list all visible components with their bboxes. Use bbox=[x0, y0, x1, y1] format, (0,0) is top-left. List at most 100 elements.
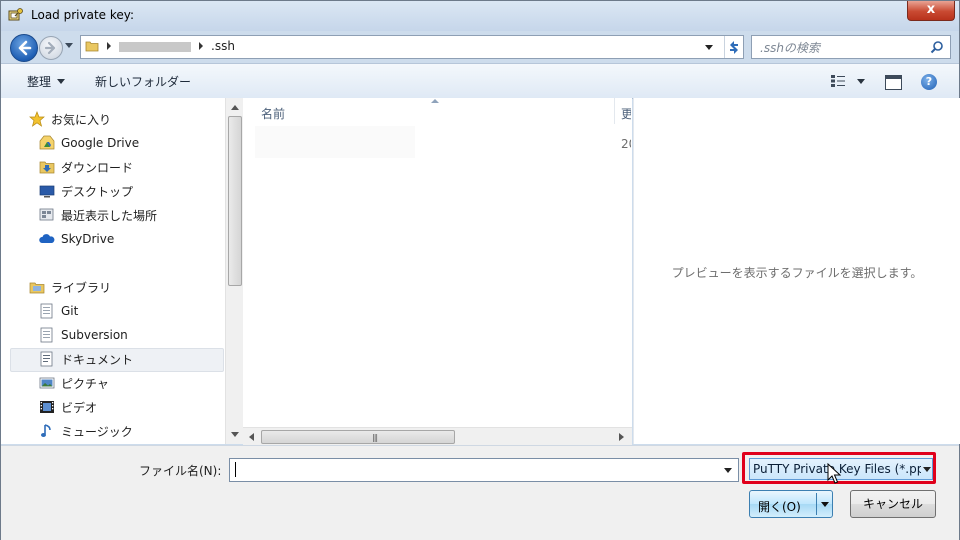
dialog-footer: ファイル名(N): PuTTY Private Key Files (*.ppk… bbox=[1, 445, 959, 540]
navigation-pane-scrollbar[interactable] bbox=[225, 98, 243, 444]
file-row-date: 20 bbox=[621, 137, 631, 151]
refresh-icon bbox=[730, 41, 738, 54]
file-type-filter-select[interactable]: PuTTY Private Key Files (*.ppk) bbox=[749, 458, 933, 480]
documents-icon bbox=[39, 351, 55, 367]
text-caret bbox=[235, 462, 236, 477]
open-button[interactable]: 開く(O) bbox=[749, 490, 833, 518]
nav-item-libraries[interactable]: ライブラリ bbox=[29, 276, 111, 298]
search-icon[interactable] bbox=[930, 40, 944, 54]
file-list[interactable]: 名前 更 20 bbox=[243, 98, 632, 444]
nav-item-recent-places[interactable]: 最近表示した場所 bbox=[39, 204, 157, 226]
library-doc-icon bbox=[39, 327, 55, 343]
open-button-label: 開く(O) bbox=[758, 500, 801, 514]
file-list-horizontal-scrollbar[interactable]: ||| bbox=[243, 427, 632, 445]
scroll-left-arrow-icon[interactable] bbox=[249, 433, 254, 441]
navigation-bar: .ssh .sshの検索 bbox=[1, 31, 959, 63]
view-options-icon[interactable] bbox=[831, 75, 845, 87]
recent-places-icon bbox=[39, 207, 55, 223]
nav-item-downloads[interactable]: ダウンロード bbox=[39, 156, 133, 178]
music-note-icon bbox=[39, 423, 55, 439]
breadcrumb-current-folder[interactable]: .ssh bbox=[211, 39, 235, 53]
scroll-up-arrow-icon[interactable] bbox=[231, 105, 239, 110]
nav-item-label: ライブラリ bbox=[51, 280, 112, 295]
nav-item-videos[interactable]: ビデオ bbox=[39, 396, 97, 418]
forward-button[interactable] bbox=[39, 36, 63, 60]
recent-pages-dropdown[interactable] bbox=[65, 43, 73, 48]
open-options-dropdown[interactable] bbox=[821, 502, 829, 507]
arrow-right-icon bbox=[44, 41, 56, 55]
preview-pane: プレビューを表示するファイルを選択します。 bbox=[633, 98, 960, 444]
nav-item-label: ドキュメント bbox=[61, 352, 134, 367]
nav-item-favorites[interactable]: お気に入り bbox=[29, 108, 111, 130]
chevron-down-icon bbox=[57, 79, 66, 84]
nav-item-label: ピクチャ bbox=[61, 376, 109, 391]
column-header-date[interactable]: 更 bbox=[621, 105, 631, 122]
nav-item-label: ダウンロード bbox=[61, 160, 134, 175]
chevron-down-icon[interactable] bbox=[923, 467, 931, 472]
address-history-dropdown[interactable] bbox=[705, 45, 713, 50]
new-folder-button[interactable]: 新しいフォルダー bbox=[95, 73, 191, 90]
grip-icon: ||| bbox=[372, 433, 378, 442]
search-placeholder: .sshの検索 bbox=[760, 41, 820, 55]
putty-key-icon bbox=[8, 8, 23, 21]
nav-item-google-drive[interactable]: Google Drive bbox=[39, 132, 139, 154]
nav-item-documents[interactable]: ドキュメント bbox=[39, 348, 133, 370]
file-row-redacted[interactable] bbox=[255, 126, 415, 158]
pictures-icon bbox=[39, 375, 55, 391]
scroll-right-arrow-icon[interactable] bbox=[619, 433, 624, 441]
organize-button[interactable]: 整理 bbox=[27, 73, 66, 90]
nav-item-label: Git bbox=[61, 304, 79, 318]
breadcrumb-separator[interactable] bbox=[199, 42, 203, 50]
view-options-dropdown[interactable] bbox=[857, 79, 865, 84]
column-divider[interactable] bbox=[614, 98, 615, 124]
nav-item-subversion[interactable]: Subversion bbox=[39, 324, 128, 346]
close-button[interactable]: x bbox=[907, 1, 955, 21]
nav-item-label: ミュージック bbox=[61, 424, 133, 439]
nav-item-label: 最近表示した場所 bbox=[61, 208, 158, 223]
command-bar: 整理 新しいフォルダー ? bbox=[1, 63, 959, 99]
skydrive-cloud-icon bbox=[39, 231, 55, 247]
nav-item-label: Subversion bbox=[61, 328, 128, 342]
search-input[interactable]: .sshの検索 bbox=[751, 35, 951, 59]
folder-icon bbox=[85, 41, 99, 52]
filename-input[interactable] bbox=[229, 458, 739, 482]
star-icon bbox=[29, 111, 45, 127]
nav-item-desktop[interactable]: デスクトップ bbox=[39, 180, 133, 202]
libraries-icon bbox=[29, 279, 45, 295]
window-title: Load private key: bbox=[31, 8, 135, 22]
nav-item-pictures[interactable]: ピクチャ bbox=[39, 372, 109, 394]
split-divider bbox=[816, 493, 817, 515]
address-bar[interactable]: .ssh bbox=[80, 35, 744, 59]
navigation-pane: お気に入り Google Drive ダウンロード デスクトップ 最近表示した場… bbox=[1, 98, 228, 444]
library-doc-icon bbox=[39, 303, 55, 319]
nav-item-label: Google Drive bbox=[61, 136, 140, 150]
nav-item-label: お気に入り bbox=[51, 112, 112, 127]
nav-item-git[interactable]: Git bbox=[39, 300, 78, 322]
nav-item-label: ビデオ bbox=[61, 400, 98, 415]
videos-icon bbox=[39, 399, 55, 415]
nav-item-skydrive[interactable]: SkyDrive bbox=[39, 228, 114, 250]
refresh-button[interactable] bbox=[724, 36, 743, 58]
preview-message: プレビューを表示するファイルを選択します。 bbox=[671, 266, 923, 280]
filename-history-dropdown[interactable] bbox=[724, 468, 732, 473]
downloads-folder-icon bbox=[39, 159, 55, 175]
nav-item-music[interactable]: ミュージック bbox=[39, 420, 133, 442]
column-header-name[interactable]: 名前 bbox=[261, 105, 285, 122]
cancel-button[interactable]: キャンセル bbox=[850, 490, 936, 518]
nav-item-label: デスクトップ bbox=[61, 184, 134, 199]
preview-pane-toggle-icon[interactable] bbox=[885, 75, 902, 90]
scroll-down-arrow-icon[interactable] bbox=[231, 432, 239, 437]
scrollbar-thumb[interactable] bbox=[228, 116, 242, 286]
breadcrumb-separator[interactable] bbox=[107, 42, 111, 50]
breadcrumb-hidden-segment[interactable] bbox=[119, 42, 191, 52]
back-button[interactable] bbox=[10, 34, 38, 62]
file-list-header: 名前 更 bbox=[243, 98, 632, 125]
filename-label: ファイル名(N): bbox=[139, 464, 222, 478]
mouse-cursor-icon bbox=[827, 463, 841, 484]
arrow-left-icon bbox=[18, 40, 32, 56]
scrollbar-thumb[interactable]: ||| bbox=[261, 430, 455, 444]
google-drive-icon bbox=[39, 135, 55, 151]
sort-ascending-icon bbox=[431, 99, 439, 103]
title-bar: Load private key: x bbox=[1, 1, 959, 31]
help-icon[interactable]: ? bbox=[921, 74, 937, 90]
